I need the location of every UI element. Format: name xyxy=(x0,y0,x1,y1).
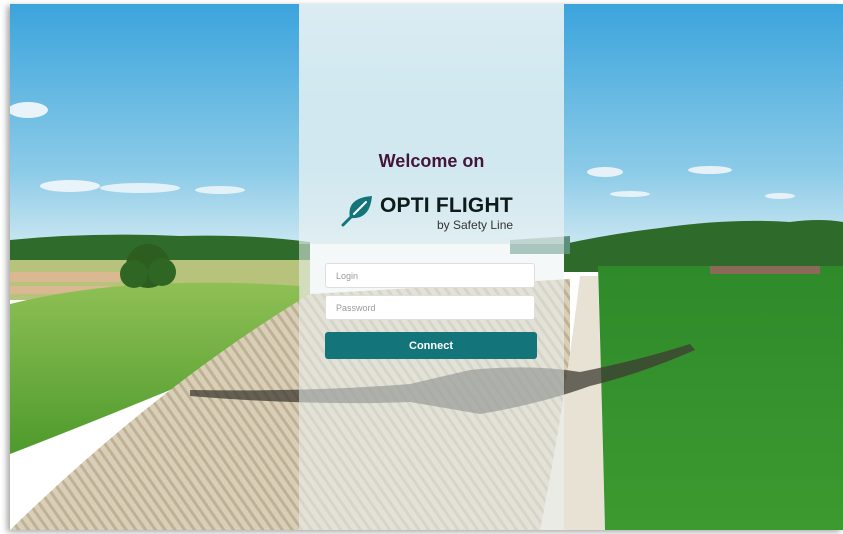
login-input[interactable] xyxy=(325,263,535,288)
leaf-icon xyxy=(341,196,372,227)
opti-flight-logo: OPTI FLIGHT by Safety Line xyxy=(340,192,530,242)
logo-name: OPTI FLIGHT xyxy=(380,194,513,217)
login-screen: Welcome on OPTI FLIGHT by Safety Line Co… xyxy=(10,4,843,530)
logo-tagline: by Safety Line xyxy=(437,218,514,232)
connect-button[interactable]: Connect xyxy=(325,332,537,359)
welcome-title: Welcome on xyxy=(378,151,485,171)
password-input[interactable] xyxy=(325,295,535,320)
